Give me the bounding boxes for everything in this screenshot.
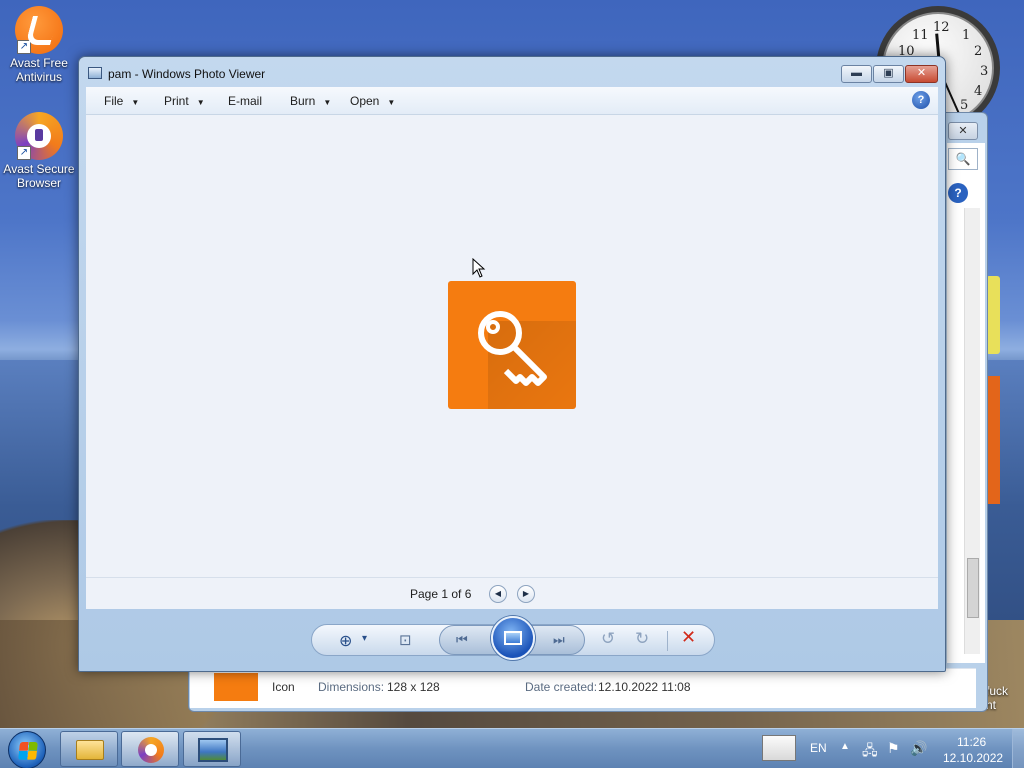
previous-page-button[interactable]: ◀: [489, 585, 507, 603]
taskbar-photo-viewer-button[interactable]: [183, 731, 241, 767]
clock-number: 5: [960, 98, 969, 113]
desktop-icon-avast-antivirus[interactable]: ↗ Avast Free Antivirus: [0, 6, 78, 84]
background-window-close-button[interactable]: ✕: [948, 122, 978, 140]
slideshow-button[interactable]: [491, 616, 535, 660]
pen-input-icon[interactable]: [762, 735, 796, 761]
clock-time[interactable]: 11:26: [957, 735, 986, 749]
help-icon[interactable]: ?: [912, 91, 930, 109]
taskbar-browser-button[interactable]: [121, 731, 179, 767]
desktop-icon-label: Antivirus: [15, 70, 62, 84]
file-type: Icon: [272, 680, 295, 694]
clock-date[interactable]: 12.10.2022: [943, 751, 1003, 765]
divider: [667, 631, 669, 651]
avast-browser-icon: [138, 737, 164, 763]
date-created-label: Date created:: [525, 680, 598, 694]
playback-controls: ⊕ ▾ ⊡ ⏮ ⏭ ↺ ↻ ✕: [79, 609, 945, 671]
actual-size-icon[interactable]: ⊡: [399, 631, 412, 649]
gadget-strip[interactable]: [986, 376, 1000, 504]
menu-email[interactable]: E-mail: [228, 94, 262, 108]
chevron-down-icon: ▼: [131, 98, 140, 107]
delete-icon[interactable]: ✕: [681, 627, 696, 648]
page-navigation-bar: Page 1 of 6 ◀ ▶: [86, 577, 938, 609]
show-desktop-button[interactable]: [1012, 729, 1024, 768]
menu-label: File: [104, 94, 124, 108]
clock-number: 11: [912, 28, 929, 43]
desktop-icon-avast-browser[interactable]: ↗ Avast Secure Browser: [0, 112, 78, 190]
sticky-note-gadget[interactable]: [986, 276, 1000, 354]
menu-label: Print: [164, 94, 189, 108]
menu-label: Open: [350, 94, 380, 108]
photo-viewer-icon: [88, 67, 102, 79]
slideshow-icon: [504, 631, 522, 645]
clock-number: 2: [974, 44, 983, 59]
show-hidden-icons-icon[interactable]: ▲: [840, 741, 850, 752]
chevron-down-icon: ▼: [323, 98, 332, 107]
scrollbar[interactable]: [964, 208, 980, 654]
desktop-icon-label: Avast Free: [10, 56, 68, 70]
menu-label: E-mail: [228, 94, 263, 108]
zoom-icon[interactable]: ⊕: [339, 631, 352, 651]
desktop-icon-label: Avast Secure: [3, 162, 75, 176]
action-center-flag-icon[interactable]: ⚑: [887, 740, 900, 757]
clock-number: 4: [974, 84, 983, 99]
desktop-side-text: fuck nt: [986, 684, 1008, 712]
scrollbar-thumb[interactable]: [967, 558, 979, 618]
command-bar: File ▼ Print ▼ E-mail Burn ▼ Open ▼ ?: [86, 87, 938, 115]
taskbar-explorer-button[interactable]: [60, 731, 118, 767]
avast-antivirus-icon: ↗: [15, 6, 63, 54]
rotate-counterclockwise-icon[interactable]: ↺: [601, 629, 615, 649]
windows-logo-icon: [18, 742, 38, 760]
image-canvas[interactable]: [86, 115, 938, 577]
avast-browser-icon: ↗: [15, 112, 63, 160]
title-bar[interactable]: pam - Windows Photo Viewer ▬ ▣ ✕: [79, 57, 945, 87]
date-created-value: 12.10.2022 11:08: [598, 680, 691, 694]
next-image-button[interactable]: ⏭: [553, 632, 565, 648]
zoom-dropdown-icon[interactable]: ▾: [362, 633, 367, 644]
language-indicator[interactable]: EN: [810, 741, 827, 755]
volume-icon[interactable]: 🔊: [910, 740, 927, 757]
menu-label: Burn: [290, 94, 316, 108]
menu-burn[interactable]: Burn ▼: [290, 94, 331, 108]
details-pane: Icon Dimensions: 128 x 128 Date created:…: [190, 668, 976, 708]
network-icon[interactable]: 🖧: [862, 740, 878, 764]
folder-icon: [76, 740, 104, 760]
search-icon[interactable]: 🔍: [948, 148, 978, 170]
help-icon[interactable]: ?: [948, 183, 968, 203]
side-text-line: nt: [986, 698, 997, 712]
menu-print[interactable]: Print ▼: [164, 94, 205, 108]
previous-image-button[interactable]: ⏮: [456, 632, 468, 648]
side-text-line: fuck: [986, 684, 1009, 698]
close-button[interactable]: ✕: [905, 65, 938, 83]
dimensions-value: 128 x 128: [387, 680, 440, 694]
shortcut-arrow-icon: ↗: [17, 146, 31, 160]
clock-number: 3: [980, 64, 989, 79]
minimize-button[interactable]: ▬: [841, 65, 872, 83]
file-thumbnail: [214, 673, 258, 701]
next-page-button[interactable]: ▶: [517, 585, 535, 603]
desktop-icon-label: Browser: [16, 176, 61, 190]
clock-number: 1: [962, 28, 971, 43]
start-button[interactable]: [8, 731, 46, 768]
dimensions-label: Dimensions:: [318, 680, 385, 694]
shortcut-arrow-icon: ↗: [17, 40, 31, 54]
taskbar: EN ▲ 🖧 ⚑ 🔊 11:26 12.10.2022: [0, 728, 1024, 768]
rotate-clockwise-icon[interactable]: ↻: [635, 629, 649, 649]
chevron-down-icon: ▼: [387, 98, 396, 107]
photo-viewer-icon: [198, 738, 228, 762]
mouse-cursor-icon: [472, 258, 486, 278]
photo-viewer-window[interactable]: pam - Windows Photo Viewer ▬ ▣ ✕ File ▼ P…: [78, 56, 946, 672]
lock-icon: [35, 129, 43, 141]
chevron-down-icon: ▼: [196, 98, 205, 107]
menu-open[interactable]: Open ▼: [350, 94, 395, 108]
maximize-button[interactable]: ▣: [873, 65, 904, 83]
page-indicator: Page 1 of 6: [410, 587, 472, 601]
key-icon: [478, 311, 547, 386]
menu-file[interactable]: File ▼: [104, 94, 139, 108]
window-title: pam - Windows Photo Viewer: [108, 67, 266, 81]
displayed-image: [448, 281, 576, 409]
